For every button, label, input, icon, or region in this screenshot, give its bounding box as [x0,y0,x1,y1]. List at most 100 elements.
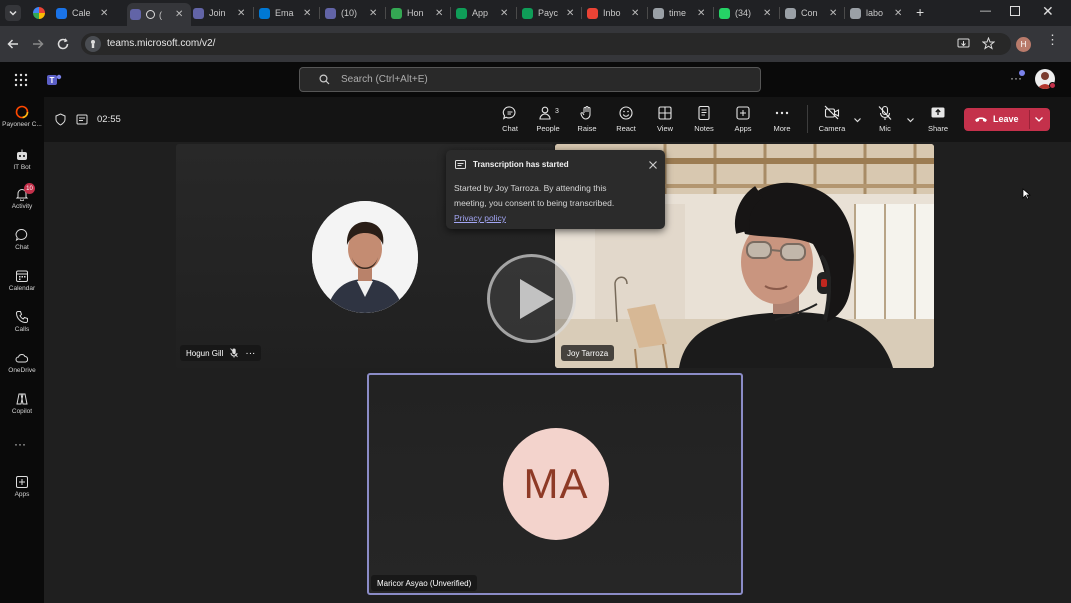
tab-close-icon[interactable]: ✕ [303,8,311,19]
tab-close-icon[interactable]: ✕ [697,8,705,19]
mic-options-chevron-icon[interactable] [906,116,915,124]
browser-tab[interactable]: Con ✕ [785,3,849,23]
app-launcher-icon[interactable] [14,73,28,87]
browser-menu-button[interactable]: ⋮ [1046,33,1059,46]
play-button[interactable] [487,254,576,343]
browser-tab[interactable]: Cale ✕ [56,3,120,23]
browser-tab[interactable]: time ✕ [653,3,717,23]
browser-tab[interactable]: labo ✕ [850,3,914,23]
transcription-notification: Transcription has started Started by Joy… [446,150,665,229]
tab-close-icon[interactable]: ✕ [435,8,443,19]
tab-close-icon[interactable]: ✕ [631,8,639,19]
browser-tab[interactable]: (✕ [127,3,191,26]
raise-hand-button[interactable]: Raise [569,105,605,133]
camera-button[interactable]: Camera [814,105,850,133]
tab-title: Hon [407,8,424,18]
rail-item-apps[interactable]: Apps [0,475,44,498]
tab-close-icon[interactable]: ✕ [566,8,574,19]
rail-item-calls[interactable]: Calls [0,310,44,333]
grid-view-icon [658,106,672,120]
browser-toolbar: teams.microsoft.com/v2/ H ⋮ [0,26,1071,62]
transcript-icon[interactable] [76,114,88,125]
participant-name: Joy Tarroza [567,348,609,358]
view-label: View [656,124,674,133]
browser-tab[interactable]: App ✕ [456,3,520,23]
browser-tab[interactable]: Payc ✕ [522,3,586,23]
tab-title: (10) [341,8,358,18]
profile-avatar[interactable]: H [1016,37,1031,52]
tab-close-icon[interactable]: ✕ [894,8,902,19]
payoneer-icon [15,105,29,119]
chat-bubble-icon [502,106,516,120]
tab-favicon-icon [193,7,204,19]
people-button[interactable]: People 3 [530,105,566,133]
shield-icon[interactable] [55,113,66,126]
hand-icon [580,106,591,120]
camera-options-chevron-icon[interactable] [853,116,862,124]
presence-busy-badge [1049,82,1056,89]
forward-arrow-icon[interactable] [31,37,45,51]
back-arrow-icon[interactable] [6,37,20,51]
tab-title: Con [801,8,818,18]
react-button[interactable]: React [608,105,644,133]
site-info-icon[interactable] [85,36,101,52]
participant-tile-active[interactable]: MA Maricor Asyao (Unverified) [367,373,743,595]
tab-title: Ema [275,8,294,18]
mic-button[interactable]: Mic [867,105,903,133]
tab-close-icon[interactable]: ✕ [500,8,508,19]
url-text: teams.microsoft.com/v2/ [107,38,216,49]
tab-search-button[interactable] [5,5,21,21]
tab-favicon-icon [653,7,664,19]
tab-favicon-icon [850,7,861,19]
rail-item-activity[interactable]: Activity 10 [0,183,44,210]
rail-item-copilot[interactable]: Copilot [0,392,44,415]
browser-tab[interactable]: Ema ✕ [259,3,323,23]
browser-tab[interactable]: Join ✕ [193,3,257,23]
tab-favicon-icon [130,9,141,20]
leave-button[interactable]: Leave [964,108,1050,131]
rail-item-chat[interactable]: Chat [0,228,44,251]
tab-close-icon[interactable]: ✕ [175,9,183,20]
address-bar[interactable]: teams.microsoft.com/v2/ [81,33,1011,55]
tab-close-icon[interactable]: ✕ [369,8,377,19]
privacy-policy-link[interactable]: Privacy policy [454,211,614,226]
rail-item-onedrive[interactable]: OneDrive [0,351,44,374]
chat-button[interactable]: Chat [492,105,528,133]
rail-more-button[interactable]: ··· [14,437,26,451]
leave-options-chevron-icon[interactable] [1034,115,1044,124]
rail-item-it-bot[interactable]: IT Bot [0,148,44,171]
more-button[interactable]: More [764,105,800,133]
notification-dot [1019,70,1025,76]
recording-indicator-icon [146,10,155,19]
reload-icon[interactable] [56,37,70,51]
apps-button[interactable]: Apps [725,105,761,133]
tab-separator [779,7,780,19]
tab-close-icon[interactable]: ✕ [763,8,771,19]
more-label: More [773,124,791,133]
tab-close-icon[interactable]: ✕ [237,8,245,19]
rail-item-calendar[interactable]: Calendar [0,269,44,292]
browser-tab[interactable]: Inbo ✕ [587,3,651,23]
rail-item-payoneer[interactable]: Payoneer C... [0,105,44,128]
share-button[interactable]: Share [920,105,956,133]
tab-close-icon[interactable]: ✕ [829,8,837,19]
browser-tab[interactable]: (10) ✕ [325,3,389,23]
install-app-icon[interactable] [957,38,970,50]
tab-title: labo [866,8,884,18]
participant-more-icon[interactable]: ··· [245,348,255,359]
tab-close-icon[interactable]: ✕ [100,8,108,19]
view-button[interactable]: View [647,105,683,133]
browser-tab[interactable]: Hon ✕ [391,3,455,23]
bookmark-star-icon[interactable] [982,37,995,50]
minimize-button[interactable]: — [980,5,991,17]
pinned-tab-icon[interactable] [33,7,45,19]
smiley-icon [619,106,633,120]
browser-tab[interactable]: (34) ✕ [719,3,783,23]
search-input[interactable]: Search (Ctrl+Alt+E) [299,67,761,92]
notes-button[interactable]: Notes [686,105,722,133]
restore-button[interactable] [1010,6,1020,16]
close-window-button[interactable]: ✕ [1042,3,1054,20]
tab-title: Cale [72,8,91,18]
close-icon[interactable] [648,160,658,170]
new-tab-button[interactable]: + [916,4,924,20]
